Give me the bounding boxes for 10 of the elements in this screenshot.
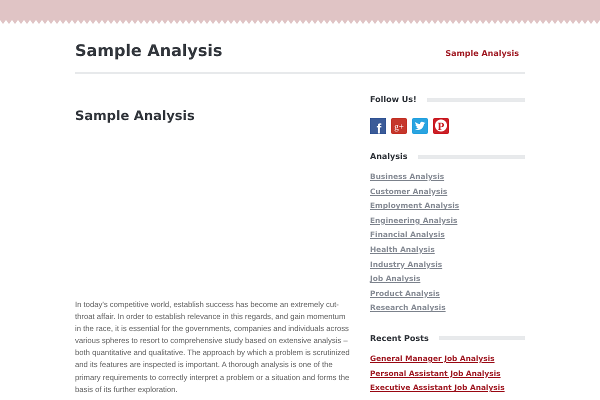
post-title: Sample Analysis: [75, 109, 196, 124]
facebook-icon[interactable]: f: [370, 118, 386, 134]
twitter-bird-icon[interactable]: [412, 118, 428, 134]
site-title[interactable]: Sample Analysis: [75, 40, 222, 60]
widget-title: Analysis: [370, 152, 408, 161]
nav-link[interactable]: Sample Analysis: [445, 48, 519, 58]
widget-title: Follow Us!: [370, 95, 417, 104]
widget-title: Recent Posts: [370, 334, 429, 343]
google-plus-icon[interactable]: g+: [391, 118, 407, 134]
pinterest-icon[interactable]: P: [433, 118, 449, 134]
